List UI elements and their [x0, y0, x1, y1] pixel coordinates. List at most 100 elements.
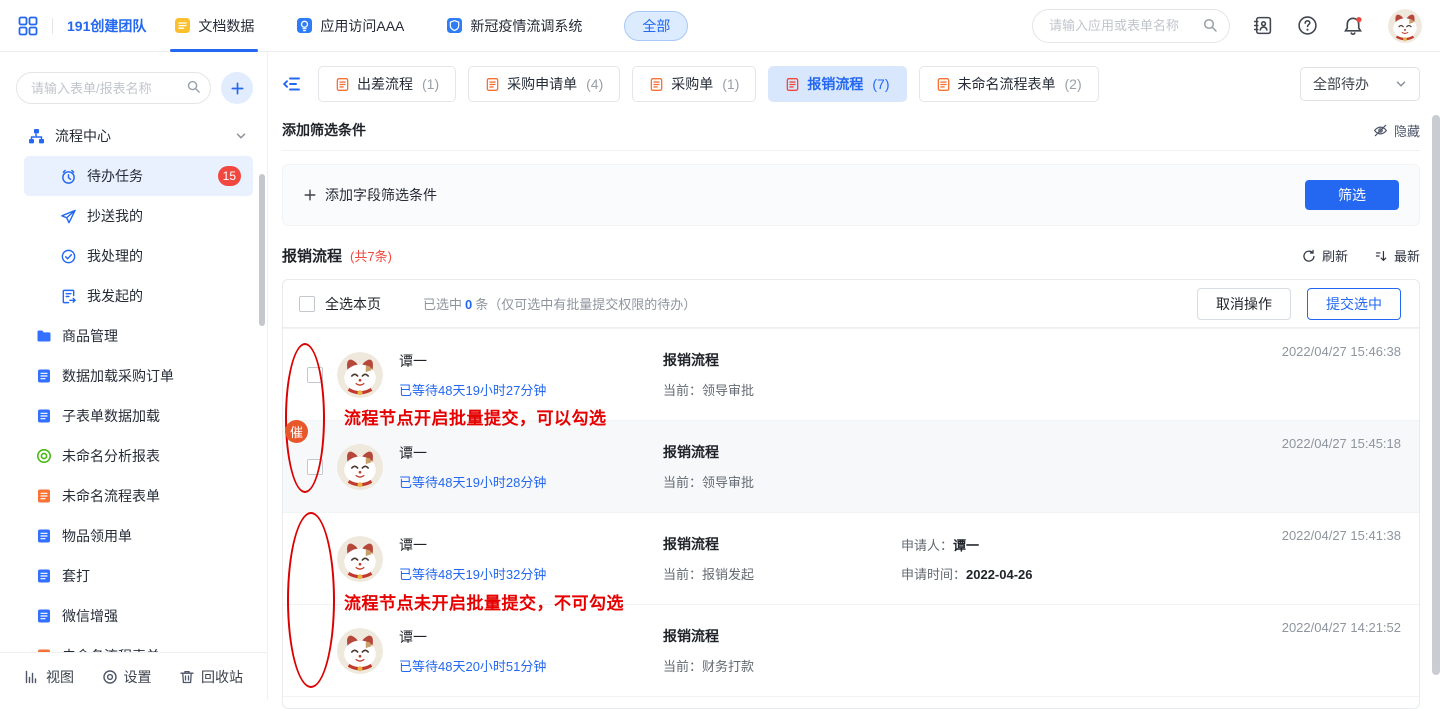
check-circle-icon: [60, 248, 77, 265]
footer-label: 回收站: [201, 667, 243, 687]
sidebar-item-label: 数据加载采购订单: [62, 366, 174, 386]
views-button[interactable]: 视图: [24, 667, 74, 687]
todo-row[interactable]: 谭一 已等待48天19小时27分钟 报销流程 当前：领导审批 2022/04/2…: [283, 328, 1419, 420]
waiting-duration[interactable]: 已等待48天19小时27分钟: [399, 380, 663, 399]
header-tab-docs[interactable]: 文档数据: [174, 0, 254, 52]
bell-icon[interactable]: [1342, 15, 1364, 37]
apply-time-field: 申请时间：2022-04-26: [901, 564, 1419, 583]
apply-filter-button[interactable]: 筛选: [1305, 180, 1399, 210]
sidebar-scrollbar[interactable]: [259, 174, 265, 326]
footer-label: 设置: [124, 667, 152, 687]
header-divider: [52, 18, 53, 34]
sidebar-item-data-load-po[interactable]: 数据加载采购订单: [0, 356, 267, 396]
global-search: [1032, 9, 1230, 43]
row-checkbox[interactable]: [307, 367, 323, 383]
todo-row[interactable]: 谭一 已等待48天19小时32分钟 报销流程 当前：报销发起 申请人：谭一 申请…: [283, 512, 1419, 604]
search-icon[interactable]: [1202, 17, 1218, 33]
tab-business-trip-flow[interactable]: 出差流程 (1): [318, 66, 456, 102]
urge-badge[interactable]: 催: [285, 420, 308, 443]
sort-latest-button[interactable]: 最新: [1374, 246, 1420, 265]
sidebar-item-label: 商品管理: [62, 326, 118, 346]
doc-orange-icon: [335, 77, 350, 92]
sitemap-icon: [28, 128, 45, 145]
todo-scope-value: 全部待办: [1313, 74, 1369, 94]
sidebar-item-item-requisition[interactable]: 物品领用单: [0, 516, 267, 556]
team-name[interactable]: 191创建团队: [67, 16, 146, 36]
filter-title: 添加筛选条件: [282, 120, 366, 140]
plus-icon: [303, 188, 317, 202]
search-icon[interactable]: [186, 79, 201, 94]
user-avatar[interactable]: [1388, 9, 1422, 43]
sidebar-item-label: 抄送我的: [87, 206, 143, 226]
sidebar: 流程中心 待办任务 15 抄送我的: [0, 52, 268, 700]
list-header: 报销流程 (共7条) 刷新 最新: [282, 245, 1420, 266]
sidebar-item-initiated-by-me[interactable]: 我发起的: [24, 276, 253, 316]
row-timestamp: 2022/04/27 15:41:38: [1282, 528, 1401, 543]
tab-unnamed-flow-form[interactable]: 未命名流程表单 (2): [919, 66, 1099, 102]
add-form-button[interactable]: [221, 72, 253, 104]
applicant-name: 谭一: [399, 351, 663, 371]
recycle-bin-button[interactable]: 回收站: [179, 667, 243, 687]
todo-row[interactable]: 谭一 已等待48天19小时28分钟 报销流程 当前：领导审批 2022/04/2…: [283, 420, 1419, 512]
sidebar-item-handled-by-me[interactable]: 我处理的: [24, 236, 253, 276]
sidebar-item-cc-to-me[interactable]: 抄送我的: [24, 196, 253, 236]
tab-reimbursement-flow[interactable]: 报销流程 (7): [768, 66, 906, 102]
partial-next-row: [283, 696, 1419, 709]
doc-blue-icon: [36, 608, 52, 624]
sidebar-item-print-template[interactable]: 套打: [0, 556, 267, 596]
sidebar-item-unnamed-report[interactable]: 未命名分析报表: [0, 436, 267, 476]
batch-action-bar: 全选本页 已选中0条（仅可选中有批量提交权限的待办） 取消操作 提交选中: [283, 280, 1419, 328]
select-all-checkbox[interactable]: [299, 296, 315, 312]
waiting-duration[interactable]: 已等待48天20小时51分钟: [399, 656, 663, 675]
sidebar-item-label: 子表单数据加载: [62, 406, 160, 426]
waiting-duration[interactable]: 已等待48天19小时32分钟: [399, 564, 663, 583]
row-checkbox[interactable]: [307, 459, 323, 475]
tab-count: (1): [422, 76, 439, 92]
add-field-filter-label: 添加字段筛选条件: [325, 185, 437, 205]
row-timestamp: 2022/04/27 15:46:38: [1282, 344, 1401, 359]
sidebar-group-process-center[interactable]: 流程中心: [0, 116, 267, 156]
sidebar-item-todo-tasks[interactable]: 待办任务 15: [24, 156, 253, 196]
sidebar-search-input[interactable]: [16, 72, 211, 104]
refresh-icon: [1302, 249, 1316, 263]
all-apps-pill[interactable]: 全部: [624, 11, 688, 41]
folder-yellow-icon: [174, 17, 191, 34]
applicant-name: 谭一: [399, 443, 663, 463]
cancel-operation-button[interactable]: 取消操作: [1197, 288, 1291, 320]
top-header: 191创建团队 文档数据 应用访问AAA 新冠疫情流调系统 全部: [0, 0, 1440, 52]
doc-blue-icon: [36, 528, 52, 544]
refresh-button[interactable]: 刷新: [1302, 246, 1348, 265]
sidebar-item-unnamed-flow-form[interactable]: 未命名流程表单: [0, 476, 267, 516]
sort-icon: [1374, 249, 1388, 263]
submit-selected-button[interactable]: 提交选中: [1307, 288, 1401, 320]
header-tab-covid-system[interactable]: 新冠疫情流调系统: [446, 0, 582, 52]
doc-orange-icon: [785, 77, 800, 92]
hide-filters-link[interactable]: 隐藏: [1373, 121, 1420, 140]
todo-scope-select[interactable]: 全部待办: [1300, 67, 1420, 101]
sidebar-item-product-mgmt[interactable]: 商品管理: [0, 316, 267, 356]
tab-purchase-request[interactable]: 采购申请单 (4): [468, 66, 620, 102]
contacts-icon[interactable]: [1252, 15, 1273, 36]
flow-name: 报销流程: [663, 442, 901, 462]
sidebar-item-subform-data-load[interactable]: 子表单数据加载: [0, 396, 267, 436]
current-node: 当前：报销发起: [663, 564, 901, 583]
todo-count-badge: 15: [218, 166, 241, 186]
add-field-filter-button[interactable]: 添加字段筛选条件: [303, 185, 437, 205]
tab-label: 采购申请单: [507, 74, 577, 94]
tab-purchase-order[interactable]: 采购单 (1): [632, 66, 756, 102]
header-tab-app-access[interactable]: 应用访问AAA: [296, 0, 404, 52]
workbench-grid-icon[interactable]: [18, 16, 38, 36]
doc-orange-icon: [649, 77, 664, 92]
tab-label: 报销流程: [807, 74, 863, 94]
tab-count: (1): [722, 76, 739, 92]
global-search-input[interactable]: [1032, 9, 1230, 43]
app-blue-icon: [296, 17, 313, 34]
collapse-icon[interactable]: [282, 74, 302, 94]
todo-row[interactable]: 谭一 已等待48天20小时51分钟 报销流程 当前：财务打款 2022/04/2…: [283, 604, 1419, 696]
page-scrollbar[interactable]: [1432, 115, 1440, 675]
sidebar-item-unnamed-flow-form-2[interactable]: 未命名流程表单: [0, 636, 267, 652]
settings-button[interactable]: 设置: [102, 667, 152, 687]
sidebar-item-wechat-enhance[interactable]: 微信增强: [0, 596, 267, 636]
waiting-duration[interactable]: 已等待48天19小时28分钟: [399, 472, 663, 491]
help-icon[interactable]: [1297, 15, 1318, 36]
